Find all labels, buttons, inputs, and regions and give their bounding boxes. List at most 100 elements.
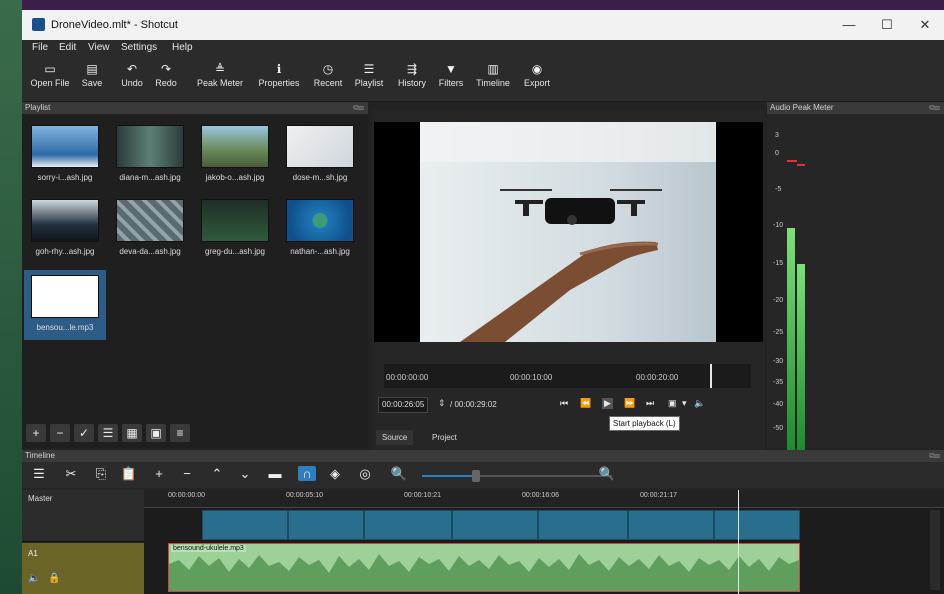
paste-icon[interactable]: 📋 [120, 466, 138, 482]
video-clip[interactable] [364, 510, 452, 540]
video-clip[interactable] [452, 510, 538, 540]
video-clip[interactable] [288, 510, 364, 540]
rewind-icon[interactable]: ⏪ [580, 398, 591, 409]
audio-clip-label: bensound-ukulele.mp3 [171, 545, 246, 552]
save-button[interactable]: ▤ Save [78, 60, 106, 88]
playlist-item[interactable]: nathan-...ash.jpg [279, 194, 361, 264]
desktop-background-left [0, 0, 22, 594]
scrub-icon[interactable]: ◈ [326, 466, 344, 482]
volume-icon[interactable]: 🔈 [694, 398, 705, 409]
audio-meter-panel: Audio Peak Meter ⧉⊠ 3 0 -5 -10 -15 -20 -… [767, 102, 944, 450]
playlist-item[interactable]: greg-du...ash.jpg [194, 194, 276, 264]
menu-bar: File Edit View Settings Help [22, 40, 944, 56]
timeline-playhead[interactable] [738, 490, 739, 594]
split-icon[interactable]: ▬ [266, 466, 284, 481]
grid-icon[interactable]: ▣ [668, 398, 677, 409]
vertical-scrollbar[interactable] [930, 510, 940, 590]
filters-button[interactable]: ▼ Filters [436, 60, 466, 88]
export-button[interactable]: ◉ Export [520, 60, 554, 88]
icons-view-icon[interactable]: ▣ [146, 424, 166, 442]
menu-settings[interactable]: Settings [121, 42, 157, 53]
open-file-button[interactable]: ▭ Open File [30, 60, 70, 88]
close-button[interactable]: ✕ [910, 15, 940, 35]
undo-button[interactable]: ↶ Undo [118, 60, 146, 88]
spin-arrows-icon[interactable]: ⇕ [438, 398, 446, 409]
track-header-master[interactable]: Master [22, 490, 144, 542]
remove-icon[interactable]: − [178, 466, 196, 481]
zoom-slider-handle[interactable] [472, 470, 480, 482]
skip-next-icon[interactable]: ⏭ [646, 398, 654, 409]
zoom-slider-fill [422, 475, 472, 477]
copy-icon[interactable]: ⎘ [92, 466, 110, 482]
details-view-icon[interactable]: ☰ [98, 424, 118, 442]
add-icon[interactable]: + [26, 424, 46, 442]
timeline-button[interactable]: ▥ Timeline [474, 60, 512, 88]
mute-icon[interactable]: 🔈 [28, 573, 40, 584]
panel-float-close-icons[interactable]: ⧉⊠ [929, 102, 940, 114]
video-clip[interactable] [202, 510, 288, 540]
fast-forward-icon[interactable]: ⏩ [624, 398, 635, 409]
playlist-item[interactable]: diana-m...ash.jpg [109, 120, 191, 190]
history-button[interactable]: ⇶ History [394, 60, 430, 88]
panel-float-close-icons[interactable]: ⧉⊠ [929, 450, 940, 462]
playlist-item[interactable]: jakob-o...ash.jpg [194, 120, 276, 190]
cut-icon[interactable]: ✂ [62, 466, 80, 482]
playlist-item[interactable]: deva-da...ash.jpg [109, 194, 191, 264]
peak-meter-button[interactable]: ≜ Peak Meter [194, 60, 246, 88]
menu-file[interactable]: File [32, 42, 48, 53]
overwrite-icon[interactable]: ⌄ [236, 466, 254, 482]
zoom-slider[interactable] [422, 470, 612, 482]
zoom-out-icon[interactable]: 🔍 [390, 466, 408, 482]
tab-source[interactable]: Source [376, 430, 414, 445]
snap-icon[interactable]: ∩ [298, 466, 316, 481]
playlist-button[interactable]: ☰ Playlist [352, 60, 386, 88]
recent-button[interactable]: ◷ Recent [309, 60, 347, 88]
minimize-button[interactable]: — [834, 15, 864, 35]
list-icon: ☰ [363, 62, 375, 76]
position-timecode-field[interactable]: 00:00:26:05 [378, 397, 429, 413]
undo-icon: ↶ [126, 62, 138, 76]
video-clip[interactable] [714, 510, 800, 540]
playlist-item[interactable]: sorry-i...ash.jpg [24, 120, 106, 190]
timeline-panel: Timeline ⧉⊠ ☰ ✂ ⎘ 📋 + − ⌃ ⌄ ▬ ∩ ◈ ◎ 🔍 🔍 [22, 450, 944, 594]
image-thumbnail [201, 199, 269, 242]
panel-float-close-icons[interactable]: ⧉⊠ [353, 102, 364, 114]
video-clip[interactable] [628, 510, 714, 540]
menu-help[interactable]: Help [172, 42, 193, 53]
redo-icon: ↷ [160, 62, 172, 76]
maximize-button[interactable]: ☐ [872, 15, 902, 35]
properties-button[interactable]: ℹ Properties [255, 60, 303, 88]
play-button[interactable]: ▶ [602, 398, 613, 409]
playlist-item[interactable]: dose-m...sh.jpg [279, 120, 361, 190]
playlist-menu-icon[interactable]: ≡ [170, 424, 190, 442]
lock-icon[interactable]: 🔒 [48, 573, 60, 584]
playlist-item[interactable]: goh-rhy...ash.jpg [24, 194, 106, 264]
update-check-icon[interactable]: ✓ [74, 424, 94, 442]
zoom-in-icon[interactable]: 🔍 [598, 466, 616, 482]
tiles-view-icon[interactable]: ▦ [122, 424, 142, 442]
remove-icon[interactable]: − [50, 424, 70, 442]
playlist-item-selected[interactable]: bensou...le.mp3 [24, 270, 106, 340]
viewer-scrubber[interactable]: 00:00:00:00 00:00:10:00 00:00:20:00 [384, 364, 751, 388]
track-header-a1[interactable]: A1 🔈 🔒 [22, 543, 144, 594]
db-scale-label: -25 [773, 329, 784, 336]
video-clip[interactable] [538, 510, 628, 540]
playhead-marker[interactable] [710, 364, 712, 388]
timeline-menu-icon[interactable]: ☰ [30, 466, 48, 482]
skip-previous-icon[interactable]: ⏮ [560, 398, 568, 409]
peak-hold-indicator-left [787, 160, 797, 162]
audio-clip[interactable]: bensound-ukulele.mp3 [168, 543, 800, 592]
video-preview [374, 122, 763, 342]
redo-button[interactable]: ↷ Redo [152, 60, 180, 88]
tab-project[interactable]: Project [426, 430, 463, 445]
db-scale-label: 3 [775, 132, 779, 139]
menu-edit[interactable]: Edit [59, 42, 76, 53]
menu-view[interactable]: View [88, 42, 110, 53]
lift-icon[interactable]: ⌃ [208, 466, 226, 482]
append-icon[interactable]: + [150, 466, 168, 481]
dropdown-arrow-icon[interactable]: ▾ [682, 398, 687, 409]
ripple-icon[interactable]: ◎ [356, 466, 374, 482]
app-window: DroneVideo.mlt* - Shotcut — ☐ ✕ File Edi… [22, 10, 944, 594]
timeline-ruler[interactable]: 00:00:00:00 00:00:05:10 00:00:10:21 00:0… [144, 490, 944, 508]
timecode-tick: 00:00:21:17 [640, 492, 677, 499]
